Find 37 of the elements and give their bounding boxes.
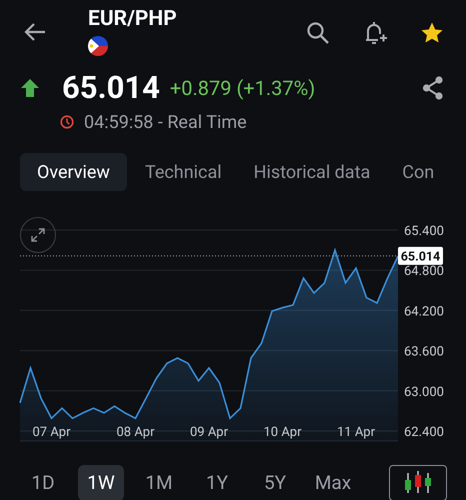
x-axis-label: 11 Apr	[336, 425, 376, 440]
price-change: +0.879 (+1.37%)	[170, 75, 316, 102]
tab[interactable]: Con	[388, 153, 448, 191]
pair-title: EUR/PHP	[88, 8, 177, 30]
range-button[interactable]: Max	[310, 465, 356, 500]
tab[interactable]: Technical	[130, 153, 236, 191]
y-axis-label: 62.400	[404, 425, 444, 440]
candlestick-button[interactable]	[389, 465, 447, 500]
y-axis-label: 65.400	[404, 224, 444, 239]
range-button[interactable]: 1W	[78, 465, 124, 500]
expand-button[interactable]	[20, 217, 56, 253]
range-button[interactable]: 5Y	[252, 465, 298, 500]
flag-icon	[88, 36, 108, 56]
back-icon[interactable]	[24, 23, 46, 41]
search-icon[interactable]	[306, 21, 330, 45]
tab[interactable]: Overview	[20, 153, 127, 191]
expand-icon	[30, 227, 46, 243]
x-axis-label: 10 Apr	[263, 425, 302, 440]
quote-time: 04:59:58 - Real Time	[84, 110, 247, 134]
y-axis-label: 64.800	[404, 264, 444, 280]
candlestick-icon	[403, 470, 433, 496]
price: 65.014	[62, 68, 160, 108]
y-axis-label: 63.600	[404, 344, 444, 360]
last-price-tag: 65.014	[398, 246, 443, 265]
range-button[interactable]: 1D	[20, 465, 66, 500]
x-axis-label: 09 Apr	[190, 425, 228, 440]
y-axis-label: 63.000	[404, 384, 444, 400]
x-axis-label: 08 Apr	[116, 425, 155, 440]
range-button[interactable]: 1Y	[194, 465, 240, 500]
clock-icon	[60, 115, 74, 129]
x-axis-label: 07 Apr	[32, 425, 71, 440]
range-button[interactable]: 1M	[136, 465, 182, 500]
share-icon[interactable]	[422, 76, 444, 100]
tab[interactable]: Historical data	[240, 153, 384, 191]
star-icon[interactable]	[420, 21, 444, 45]
up-arrow-icon	[20, 78, 40, 98]
y-axis-label: 64.200	[404, 304, 444, 320]
